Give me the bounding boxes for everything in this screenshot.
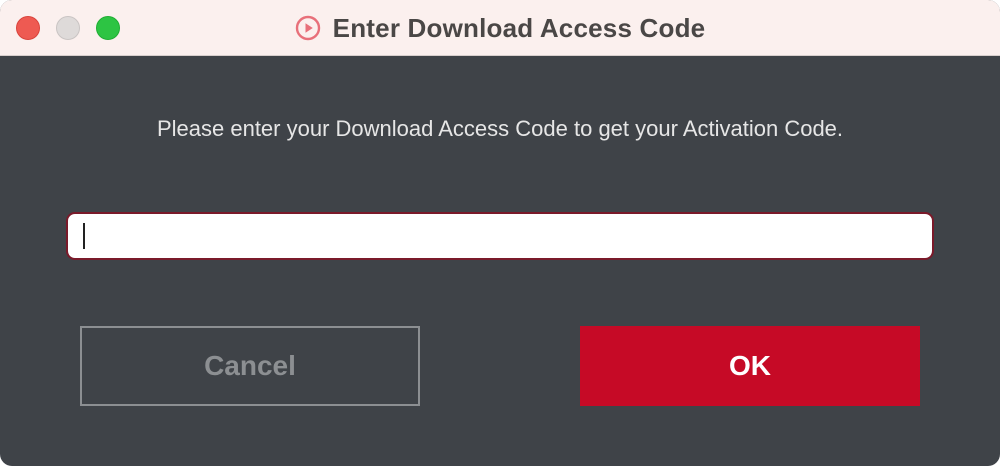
ok-button[interactable]: OK: [580, 326, 920, 406]
window-title-group: Enter Download Access Code: [0, 0, 1000, 56]
cancel-button[interactable]: Cancel: [80, 326, 420, 406]
instruction-text: Please enter your Download Access Code t…: [156, 116, 844, 141]
play-circle-icon: [295, 15, 321, 41]
access-code-input[interactable]: [66, 212, 934, 260]
window-title: Enter Download Access Code: [332, 12, 706, 43]
text-caret: [83, 223, 85, 249]
title-bar: Enter Download Access Code: [0, 0, 1000, 56]
dialog-window: Enter Download Access Code Please enter …: [0, 0, 1000, 466]
